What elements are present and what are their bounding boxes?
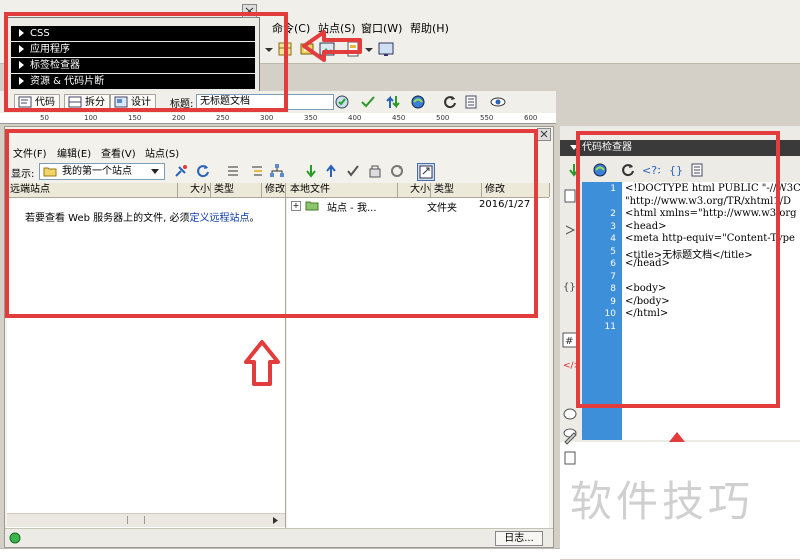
log-button[interactable]: 日志... [495, 531, 543, 546]
ruler-tick-label: 550 [480, 114, 494, 122]
ruler-tick-label: 200 [172, 114, 186, 122]
ruler-tick-label: 400 [348, 114, 362, 122]
ruler-tick-label: 600 [524, 114, 538, 122]
ruler-tick-label: 500 [436, 114, 450, 122]
annotation-arrow-up [242, 338, 282, 388]
watermark-text: 软件技巧 [570, 477, 755, 526]
annotation-box [4, 12, 288, 112]
ruler-tick-label: 300 [260, 114, 274, 122]
snippet-icon[interactable] [562, 430, 578, 446]
menu-help[interactable]: 帮助(H) [410, 20, 449, 36]
check-browser-icon[interactable] [334, 94, 350, 110]
status-ok-icon [9, 532, 21, 544]
validate-icon[interactable] [360, 94, 376, 110]
scroll-thumb[interactable] [127, 516, 145, 524]
ruler-tick-label: 250 [216, 114, 230, 122]
annotation-box [576, 131, 780, 408]
annotation-arrow-up-small [667, 430, 687, 444]
site-status-bar: 日志... [5, 528, 553, 547]
ruler-tick-label: 450 [392, 114, 406, 122]
format-source-icon[interactable] [562, 450, 578, 466]
svg-text:#: # [565, 336, 573, 347]
template-icon[interactable] [378, 41, 394, 57]
bottom-status-line [0, 548, 560, 560]
ruler: 50 100 150 200 250 300 350 400 450 500 550 600 [0, 113, 556, 124]
annotation-arrow-left [300, 28, 364, 64]
svg-text:{}: {} [563, 282, 576, 293]
file-management-icon[interactable] [385, 94, 401, 110]
view-options-icon[interactable] [464, 94, 480, 110]
ruler-tick-label: 350 [304, 114, 318, 122]
dropdown-arrow-icon[interactable] [362, 42, 378, 58]
menu-window[interactable]: 窗口(W) [361, 20, 402, 36]
wrap-tag-icon[interactable] [562, 406, 578, 422]
close-icon[interactable] [537, 128, 551, 141]
annotation-box [5, 129, 538, 318]
ruler-tick-label: 50 [40, 114, 49, 122]
ruler-tick-label: 100 [84, 114, 98, 122]
ruler-tick-label: 150 [128, 114, 142, 122]
visual-aids-icon[interactable] [490, 94, 506, 110]
preview-browser-icon[interactable] [410, 94, 426, 110]
horizontal-scrollbar[interactable] [7, 513, 285, 527]
scroll-right-icon[interactable] [271, 516, 279, 525]
refresh-icon[interactable] [442, 94, 458, 110]
